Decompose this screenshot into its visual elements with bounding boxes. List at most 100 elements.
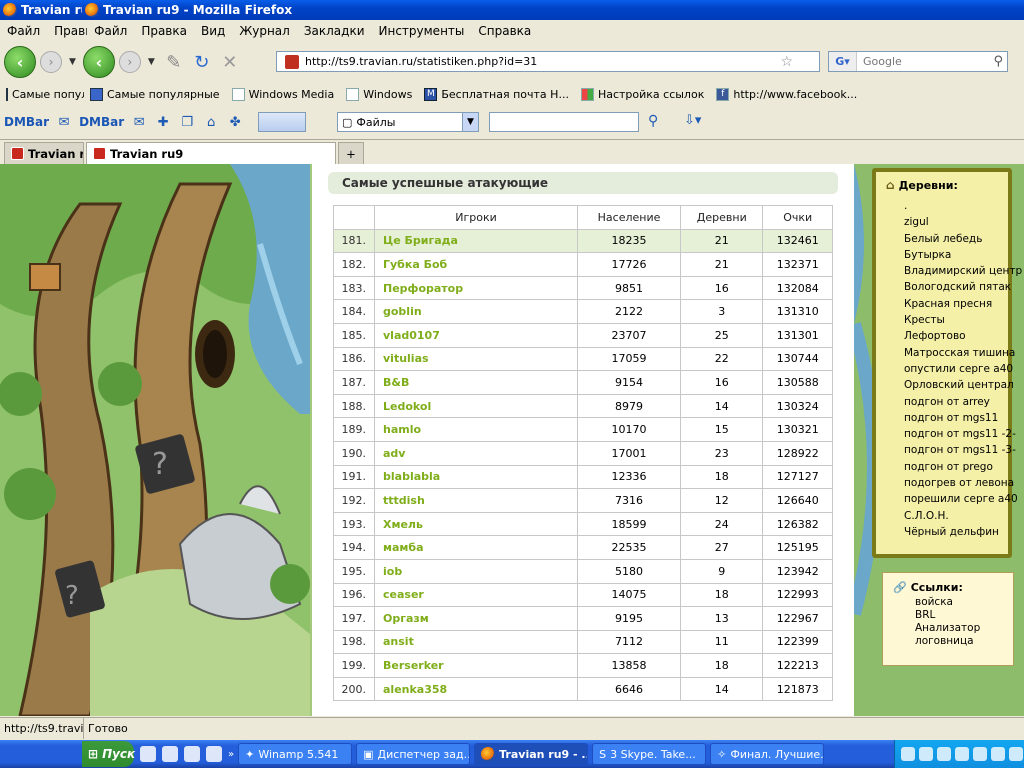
bookmark-item[interactable]: Windows Media <box>226 87 341 101</box>
url-bar[interactable]: http://ts9.travian.ru/statistiken.php?id… <box>276 51 820 72</box>
menu-edit[interactable]: Правка <box>47 24 87 38</box>
village-link[interactable]: подгон от mgs11 <box>904 410 1000 426</box>
menu-history[interactable]: Журнал <box>232 24 297 38</box>
quicklaunch-icon[interactable] <box>206 746 222 762</box>
village-link[interactable]: Чёрный дельфин <box>904 524 1000 540</box>
history-dropdown-icon-2[interactable]: ▼ <box>145 57 158 67</box>
village-link[interactable]: Владимирский центр <box>904 263 1022 279</box>
menu-view[interactable]: Вид <box>194 24 232 38</box>
player-link[interactable]: Губка Боб <box>374 252 578 277</box>
task-firefox[interactable]: Travian ru9 - ... <box>474 743 589 765</box>
menu-bookmarks[interactable]: Закладки <box>297 24 372 38</box>
forward-button-2[interactable]: › <box>118 51 141 73</box>
tray-icon[interactable] <box>937 747 951 761</box>
stop-icon[interactable]: ✕ <box>218 50 242 74</box>
menu-file-2[interactable]: Файл <box>87 24 134 38</box>
village-link[interactable]: Вологодский пятак <box>904 279 1011 295</box>
start-button[interactable]: ⊞ Пуск <box>82 741 135 767</box>
village-link[interactable]: Орловский централ <box>904 377 1014 393</box>
menu-help[interactable]: Справка <box>471 24 538 38</box>
search-icon[interactable]: ⚲ <box>993 54 1003 69</box>
plus-icon[interactable]: ✚ <box>154 113 172 131</box>
history-dropdown-icon[interactable]: ▼ <box>66 57 79 67</box>
ie-icon[interactable] <box>184 746 200 762</box>
players-header[interactable]: Игроки <box>374 205 578 230</box>
url-text[interactable]: http://ts9.travian.ru/statistiken.php?id… <box>305 55 537 68</box>
tray-icon[interactable] <box>955 747 969 761</box>
task-winamp[interactable]: ✦ Winamp 5.541 <box>238 743 353 765</box>
player-link[interactable]: adv <box>374 440 578 466</box>
back-button[interactable]: ‹ <box>4 46 36 78</box>
village-link[interactable]: zigul <box>904 214 1000 230</box>
village-link[interactable]: опустили серге а40 <box>904 361 1013 377</box>
village-link[interactable]: подгон от mgs11 -2- <box>904 426 1016 442</box>
windows-icon[interactable]: ❐ <box>178 113 196 131</box>
player-link[interactable]: iob <box>374 558 578 584</box>
chevron-down-icon[interactable]: ▼ <box>462 113 478 131</box>
new-tab-button[interactable]: + <box>338 142 364 164</box>
bookmark-item[interactable]: Самые популярные <box>84 87 226 101</box>
quicklaunch-icon[interactable] <box>162 746 178 762</box>
player-link[interactable]: Berserker <box>374 653 578 678</box>
tab-travian-2[interactable]: Travian ru9 <box>86 142 336 164</box>
player-link[interactable]: B&B <box>374 370 578 395</box>
player-link[interactable]: Перфоратор <box>374 275 578 301</box>
tab-travian-1[interactable]: Travian ru9 <box>4 142 84 164</box>
download-icon[interactable]: ⇩▾ <box>684 113 701 128</box>
bookmark-item[interactable]: Windows <box>340 87 418 101</box>
overflow-icon[interactable]: » <box>228 749 234 760</box>
village-link[interactable]: С.Л.О.Н. <box>904 508 1000 524</box>
search-icon[interactable]: ⚲ <box>648 113 658 129</box>
village-link[interactable]: Матросская тишина <box>904 345 1015 361</box>
menu-file[interactable]: Файл <box>0 24 47 38</box>
player-link[interactable]: goblin <box>374 299 578 324</box>
player-link[interactable]: vlad0107 <box>374 322 578 348</box>
tray-icon[interactable] <box>901 747 915 761</box>
village-link[interactable]: подгон от prego <box>904 459 1000 475</box>
bookmark-item[interactable]: Самые популярные <box>0 87 84 101</box>
files-select[interactable]: ▢ Файлы ▼ <box>337 112 479 132</box>
dmbar-logo[interactable]: DMBar <box>4 115 49 129</box>
dmbar-logo-2[interactable]: DMBar <box>79 115 124 129</box>
tray-icon[interactable] <box>973 747 987 761</box>
bookmark-star-icon[interactable]: ☆ <box>780 54 793 70</box>
addon-icon[interactable]: ✎ <box>162 50 186 74</box>
reload-icon[interactable]: ↻ <box>190 50 214 74</box>
puzzle-icon[interactable]: ✤ <box>226 113 244 131</box>
player-link[interactable]: ceaser <box>374 582 578 608</box>
player-link[interactable]: ansit <box>374 629 578 655</box>
player-link[interactable]: tttdish <box>374 488 578 513</box>
sidebar-link[interactable]: войска <box>915 596 1003 609</box>
sidebar-link[interactable]: логовница <box>915 635 1003 648</box>
sidebar-link[interactable]: BRL <box>915 609 1003 622</box>
player-link[interactable]: alenka358 <box>374 676 578 702</box>
chat-icon[interactable]: ✉ <box>55 113 73 131</box>
menu-tools[interactable]: Инструменты <box>372 24 472 38</box>
hand-tool-button[interactable] <box>258 112 307 132</box>
bookmark-item[interactable]: f http://www.facebook... <box>710 87 863 101</box>
tray-icon[interactable] <box>919 747 933 761</box>
google-engine-icon[interactable]: G▾ <box>829 52 857 71</box>
player-link[interactable]: Ledokol <box>374 393 578 419</box>
player-link[interactable]: vitulias <box>374 346 578 372</box>
task-taskmanager[interactable]: ▣ Диспетчер зад... <box>356 743 471 765</box>
population-header[interactable]: Население <box>576 205 682 230</box>
village-link[interactable]: Белый лебедь <box>904 231 1000 247</box>
village-link[interactable]: Лефортово <box>904 328 1000 344</box>
player-link[interactable]: мамба <box>374 535 578 560</box>
tray-icon[interactable] <box>991 747 1005 761</box>
player-link[interactable]: Хмель <box>374 511 578 537</box>
bookmark-item[interactable]: Настройка ссылок <box>575 87 710 101</box>
player-link[interactable]: blablabla <box>374 464 578 490</box>
menu-edit-2[interactable]: Правка <box>134 24 194 38</box>
search-box[interactable]: G▾ ⚲ <box>828 51 1008 72</box>
search-input[interactable] <box>857 55 977 68</box>
village-link[interactable]: Бутырка <box>904 247 1000 263</box>
village-link[interactable]: Красная пресня <box>904 296 1000 312</box>
player-link[interactable]: Оргазм <box>374 606 578 631</box>
points-header[interactable]: Очки <box>762 205 833 230</box>
bookmark-item[interactable]: M Бесплатная почта Н... <box>418 87 575 101</box>
chat-icon-2[interactable]: ✉ <box>130 113 148 131</box>
toolbar-search-input[interactable] <box>489 112 639 132</box>
tray-icon[interactable] <box>1009 747 1023 761</box>
